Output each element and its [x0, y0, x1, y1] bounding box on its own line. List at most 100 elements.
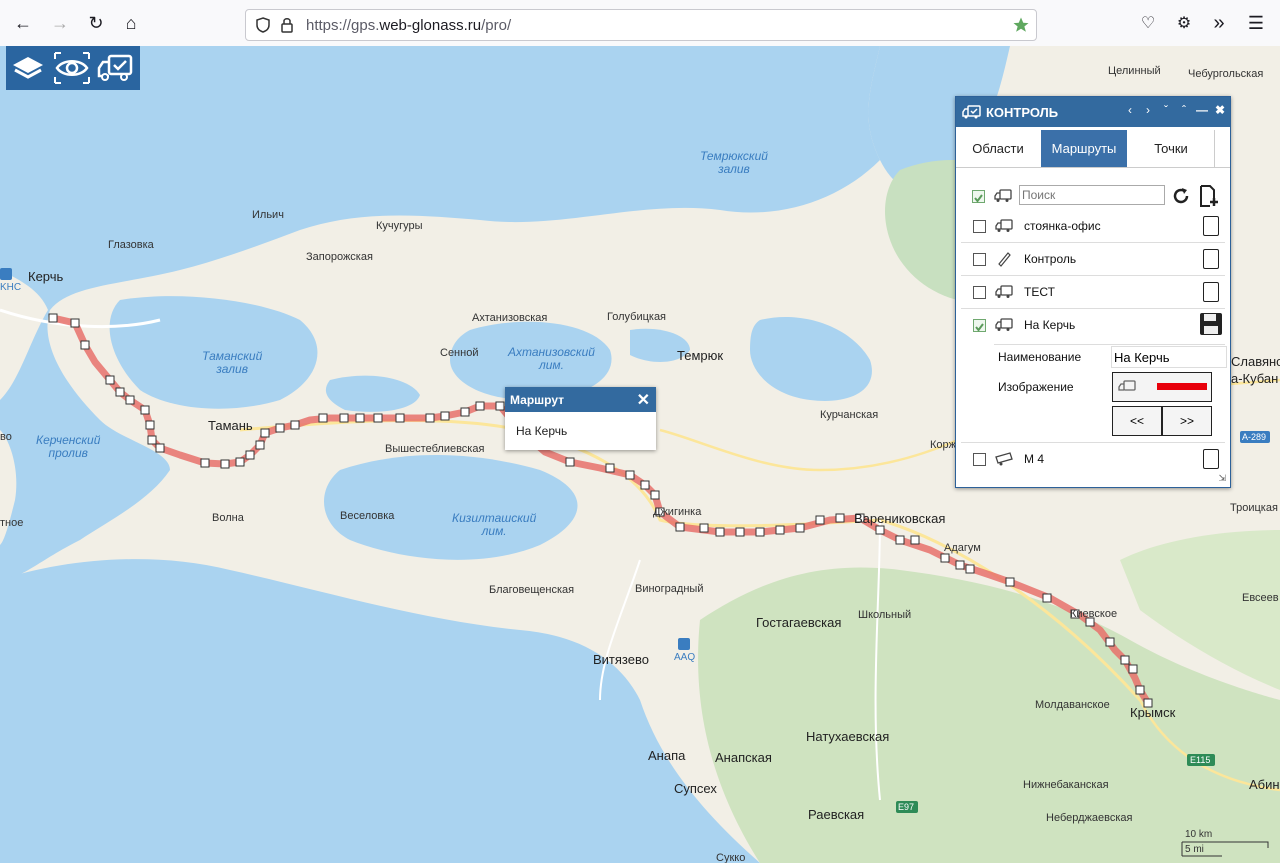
forward-icon[interactable]: →: [47, 10, 73, 36]
overflow-chevron-icon[interactable]: »: [1206, 10, 1232, 36]
route-checkbox[interactable]: [973, 453, 986, 466]
map-label-zaporozhskaya: Запорожская: [306, 251, 373, 263]
select-all-checkbox[interactable]: [972, 190, 985, 203]
popup-close-icon[interactable]: ✕: [637, 390, 650, 410]
document-icon[interactable]: [1203, 449, 1219, 469]
truck-check-icon: [994, 189, 1012, 202]
reload-icon[interactable]: ↻: [83, 10, 109, 36]
truck-check-icon: [995, 318, 1013, 331]
route-checkbox[interactable]: [973, 253, 986, 266]
panel-minimize-icon[interactable]: —: [1194, 103, 1210, 117]
tab-divider: [1214, 130, 1215, 167]
panel-header[interactable]: КОНТРОЛЬ ‹ › ˇ ˆ — ✖: [956, 97, 1230, 127]
image-picker[interactable]: [1112, 372, 1212, 402]
panel-collapse-up-icon[interactable]: ˆ: [1176, 103, 1192, 117]
document-icon[interactable]: [1203, 216, 1219, 236]
url-bar[interactable]: https://gps.web-glonass.ru/pro/: [245, 9, 1037, 41]
lock-icon: [281, 18, 293, 33]
map-label-volna: Волна: [212, 512, 244, 524]
map-label-taman: Тамань: [208, 418, 253, 433]
truck-check-icon: [995, 219, 1013, 232]
refresh-icon[interactable]: [1171, 186, 1191, 206]
route-details: Наименование Изображение << >>: [994, 344, 1227, 440]
resize-handle[interactable]: ⇲: [1218, 473, 1226, 484]
truck-icon: [995, 452, 1013, 466]
popup-title: Маршрут: [510, 393, 565, 407]
layers-icon[interactable]: [6, 46, 50, 90]
popup-header: Маршрут ✕: [505, 387, 656, 412]
pocket-icon[interactable]: ♡: [1135, 10, 1161, 36]
add-document-icon[interactable]: [1198, 184, 1220, 208]
browser-toolbar: ← → ↻ ⌂ https://gps.web-glonass.ru/pro/ …: [0, 0, 1280, 47]
ruler-icon: [998, 252, 1011, 267]
route-name: стоянка-офис: [1024, 219, 1101, 233]
document-icon[interactable]: [1203, 249, 1219, 269]
map-label-dzhiginka: Джигинка: [653, 506, 702, 518]
route-row[interactable]: Контроль: [961, 243, 1225, 276]
route-name: ТЕСТ: [1024, 285, 1055, 299]
scale-mi-label: 5 mi: [1185, 844, 1204, 855]
map-label-slavyansk: Славянс: [1231, 354, 1280, 369]
route-row[interactable]: стоянка-офис: [961, 210, 1225, 243]
route-row-selected[interactable]: На Керчь Наименование Изображение << >>: [961, 309, 1227, 443]
tab-points[interactable]: Точки: [1128, 130, 1214, 167]
save-icon[interactable]: [1199, 312, 1223, 336]
map-label-kerch: Керчь: [28, 269, 64, 284]
tab-routes[interactable]: Маршруты: [1041, 130, 1127, 167]
map-label-khc: KHC: [0, 282, 22, 293]
scale-km-label: 10 km: [1185, 829, 1213, 840]
map-label-shkolniy: Школьный: [858, 609, 912, 621]
route-checkbox[interactable]: [973, 319, 986, 332]
truck-check-icon[interactable]: [94, 46, 138, 90]
panel-close-icon[interactable]: ✖: [1212, 103, 1228, 117]
map-label-tselinniy: Целинный: [1108, 65, 1161, 77]
truck-check-icon: [995, 285, 1013, 298]
map-label-tnoe: тное: [0, 517, 24, 529]
map-label-kerch-strait: Керченский пролив: [36, 433, 101, 460]
map-label-golubitskaya: Голубицкая: [607, 311, 667, 323]
menu-icon[interactable]: ☰: [1243, 10, 1269, 36]
bookmark-star-icon[interactable]: [1012, 16, 1030, 34]
back-icon[interactable]: ←: [10, 10, 36, 36]
truck-check-icon: [1118, 380, 1136, 391]
map-label-blagoveshchenskaya: Благовещенская: [489, 584, 575, 596]
map-label-moldavanskoe: Молдаванское: [1035, 699, 1110, 711]
route-name: На Керчь: [1024, 318, 1076, 332]
route-row[interactable]: ТЕСТ: [961, 276, 1225, 309]
eye-icon[interactable]: [50, 46, 94, 90]
map-label-taman-bay: Таманский залив: [202, 349, 263, 376]
map-label-adagum: Адагум: [944, 542, 981, 554]
panel-prev-icon[interactable]: ‹: [1122, 103, 1138, 117]
next-button[interactable]: >>: [1162, 406, 1212, 436]
route-checkbox[interactable]: [973, 220, 986, 233]
map-label-raevskaya: Раевская: [808, 807, 865, 822]
prev-button[interactable]: <<: [1112, 406, 1162, 436]
map-label-supseh: Супсех: [674, 781, 717, 796]
route-name: Контроль: [1024, 252, 1077, 266]
map-label-evseev: Евсеев: [1242, 592, 1279, 604]
document-icon[interactable]: [1203, 282, 1219, 302]
map-label-kievskoe: Киевское: [1070, 608, 1118, 620]
panel-collapse-down-icon[interactable]: ˇ: [1158, 103, 1174, 117]
panel-next-icon[interactable]: ›: [1140, 103, 1156, 117]
name-label: Наименование: [998, 350, 1082, 364]
home-icon[interactable]: ⌂: [118, 10, 144, 36]
map-label-aaq: AAQ: [674, 652, 696, 663]
map-label-sukko: Сукко: [716, 852, 746, 863]
route-color-swatch: [1157, 383, 1207, 390]
search-input[interactable]: [1019, 185, 1165, 205]
tab-areas[interactable]: Области: [956, 130, 1040, 167]
map-label-varenikovskaya: Варениковская: [854, 511, 946, 526]
name-input[interactable]: [1111, 346, 1227, 368]
map-label-anapskaya: Анапская: [715, 750, 772, 765]
map-toolbar: [6, 46, 140, 90]
panel-title: КОНТРОЛЬ: [986, 105, 1059, 120]
map-label-troitskaya: Троицкая: [1230, 502, 1278, 514]
map-label-akhtanizovskaya: Ахтанизовская: [472, 312, 548, 324]
image-label: Изображение: [998, 380, 1074, 394]
road-e97-label: E97: [898, 802, 915, 812]
route-row[interactable]: М 4: [961, 443, 1225, 475]
extensions-icon[interactable]: ⚙: [1171, 10, 1197, 36]
map-label-abin: Абин: [1249, 777, 1280, 792]
route-checkbox[interactable]: [973, 286, 986, 299]
